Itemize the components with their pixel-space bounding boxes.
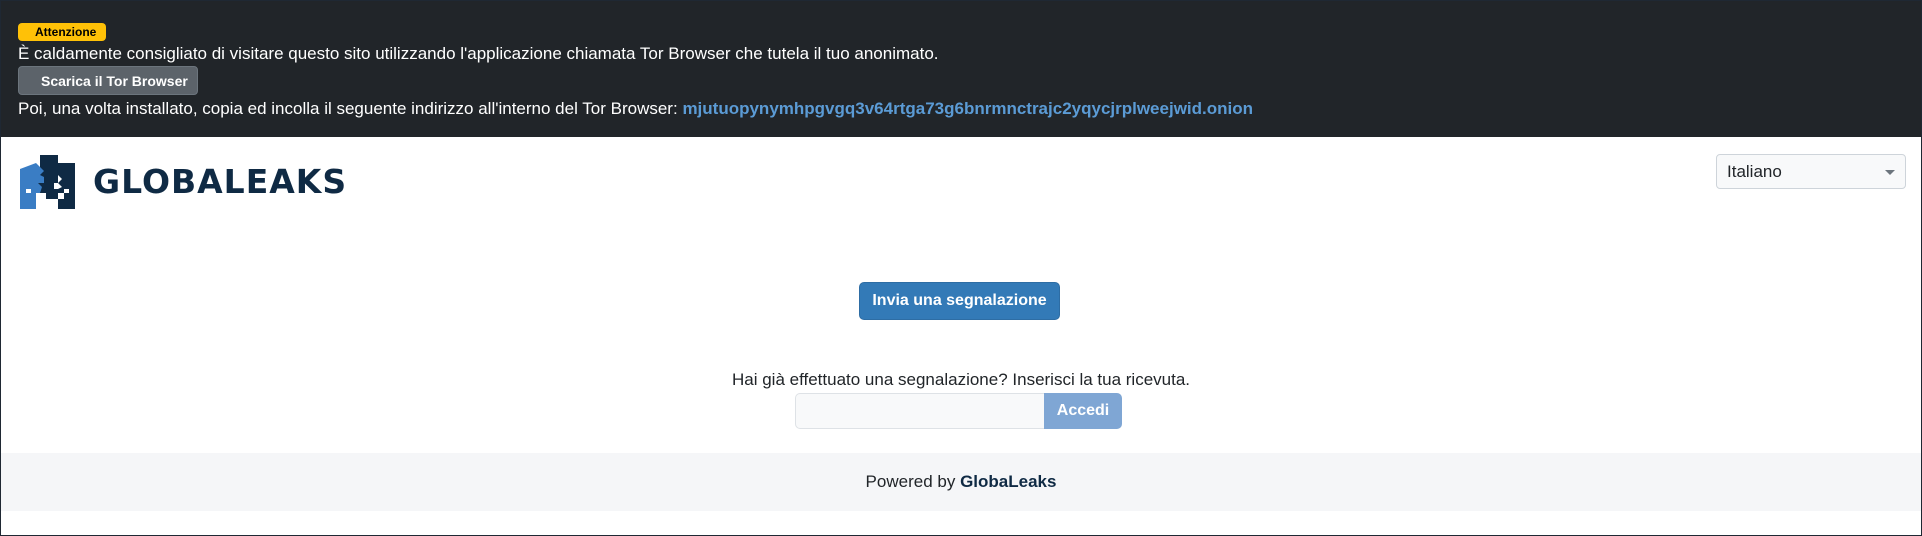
tor-warning-banner: Attenzione È caldamente consigliato di v… xyxy=(1,1,1921,137)
onion-address-link[interactable]: mjutuopynymhpgvgq3v64rtga73g6bnrmnctrajc… xyxy=(682,99,1253,118)
warning-badge: Attenzione xyxy=(18,23,107,41)
chevron-down-icon xyxy=(1885,170,1895,175)
globaleaks-heads-icon xyxy=(18,153,77,211)
logo-text: GLOBALEAKS xyxy=(93,162,348,201)
tor-recommendation-text: È caldamente consigliato di visitare que… xyxy=(18,44,939,63)
footer-powered-by: Powered by xyxy=(865,472,956,491)
receipt-prompt: Hai già effettuato una segnalazione? Ins… xyxy=(731,370,1191,389)
receipt-input[interactable] xyxy=(795,393,1045,429)
footer-brand-link[interactable]: GlobaLeaks xyxy=(960,472,1056,491)
tor-instructions: Poi, una volta installato, copia ed inco… xyxy=(18,99,1253,119)
footer: Powered by GlobaLeaks xyxy=(1,453,1921,511)
submit-report-button[interactable]: Invia una segnalazione xyxy=(859,282,1060,320)
tor-instructions-text: Poi, una volta installato, copia ed inco… xyxy=(18,99,678,118)
download-tor-browser-button[interactable]: Scarica il Tor Browser xyxy=(18,66,198,95)
login-button[interactable]: Accedi xyxy=(1044,393,1122,429)
globaleaks-logo[interactable]: GLOBALEAKS xyxy=(18,153,347,211)
language-select[interactable]: Italiano xyxy=(1716,154,1906,189)
language-selected-value: Italiano xyxy=(1727,162,1782,181)
page-frame: Attenzione È caldamente consigliato di v… xyxy=(0,0,1922,536)
